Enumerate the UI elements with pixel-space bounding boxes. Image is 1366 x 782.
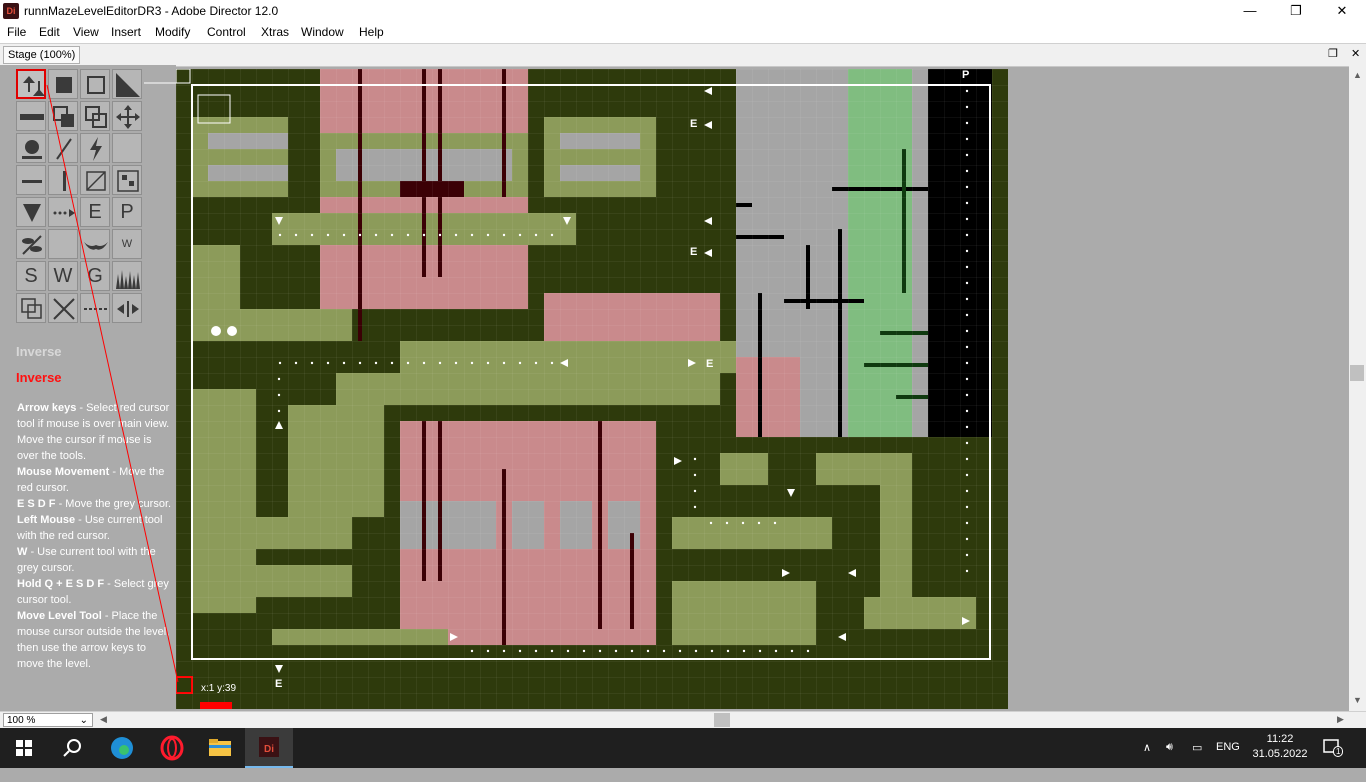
- language-indicator[interactable]: ENG: [1216, 741, 1240, 753]
- chevron-down-icon: ⌄: [79, 715, 88, 726]
- notification-icon[interactable]: 1: [1322, 738, 1344, 757]
- windows-start-icon[interactable]: [0, 728, 48, 768]
- speaker-icon[interactable]: 🔊︎: [1166, 741, 1173, 754]
- file-explorer-icon[interactable]: [196, 728, 244, 768]
- clock-time: 11:22: [1266, 733, 1294, 745]
- scroll-up-icon[interactable]: ▲: [1353, 70, 1362, 80]
- scroll-down-icon[interactable]: ▼: [1353, 695, 1362, 705]
- clock[interactable]: 11:22 31.05.2022: [1252, 732, 1308, 762]
- vertical-scrollbar[interactable]: ▲ ▼: [1349, 65, 1366, 711]
- cursor-coordinates: x:1 y:39: [201, 683, 237, 694]
- edge-browser-icon[interactable]: [98, 728, 146, 768]
- cursor-link-lines: [46, 82, 179, 683]
- search-icon[interactable]: [48, 728, 96, 768]
- zoom-select[interactable]: 100 % ⌄: [3, 713, 93, 727]
- cursor-indicator-bar: [200, 702, 232, 709]
- opera-browser-icon[interactable]: [148, 728, 196, 768]
- svg-text:Di: Di: [264, 744, 274, 755]
- taskbar: Di ∧ 🔊︎ ▭ ENG 11:22 31.05.2022 1: [0, 728, 1366, 768]
- vertical-scroll-thumb[interactable]: [1350, 365, 1364, 381]
- director-taskbar-icon[interactable]: Di: [245, 728, 293, 768]
- bottom-bar: 100 % ⌄ ◀ ▶: [0, 711, 1366, 729]
- scroll-left-icon[interactable]: ◀: [100, 714, 107, 725]
- clock-date: 31.05.2022: [1252, 748, 1308, 760]
- network-icon[interactable]: ▭: [1192, 741, 1202, 754]
- notification-count: 1: [1333, 746, 1344, 757]
- show-hidden-icons-icon[interactable]: ∧: [1143, 741, 1151, 754]
- scroll-right-icon[interactable]: ▶: [1337, 714, 1344, 725]
- zoom-value: 100 %: [7, 715, 36, 726]
- horizontal-scroll-thumb[interactable]: [714, 713, 730, 727]
